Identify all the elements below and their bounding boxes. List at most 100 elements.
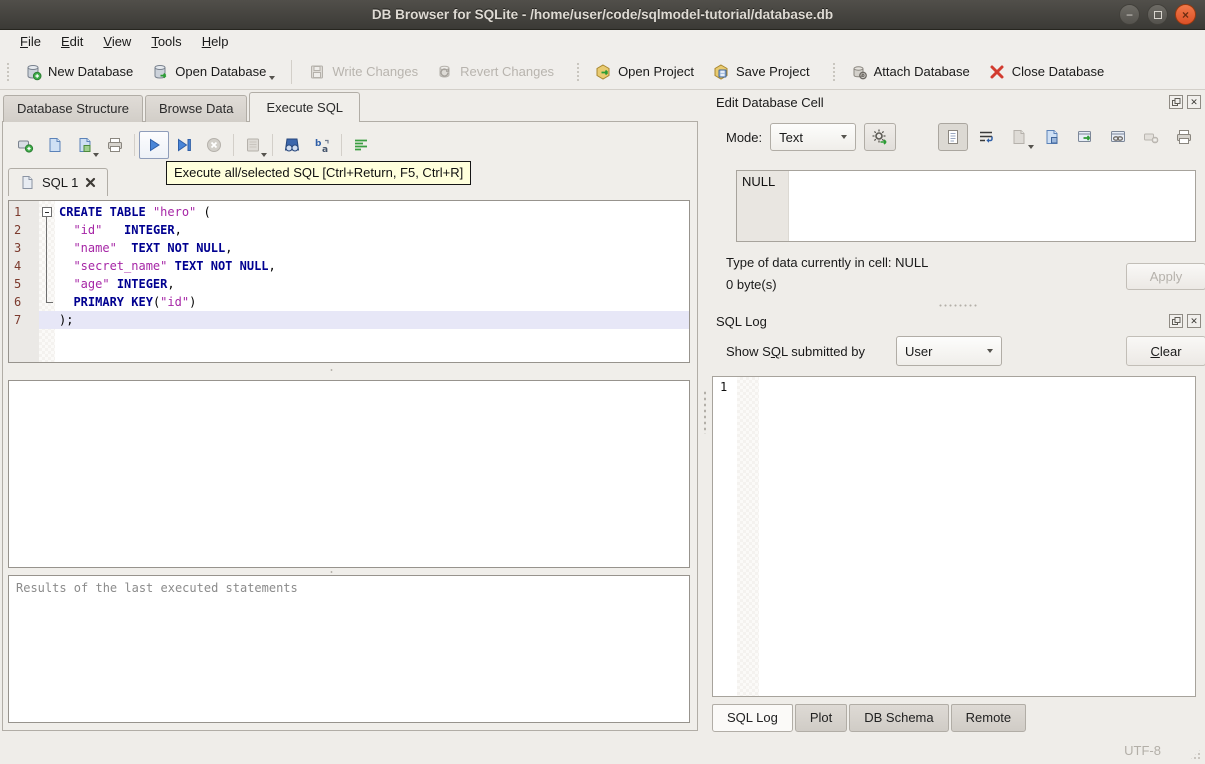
stop-execution-button[interactable] <box>199 131 229 159</box>
resize-grip[interactable] <box>1189 748 1202 761</box>
clear-button[interactable]: Clear <box>1126 336 1205 366</box>
new-database-button[interactable]: New Database <box>15 59 142 85</box>
minimize-icon: − <box>1125 7 1133 22</box>
close-icon: × <box>1181 7 1189 22</box>
link-cell-button[interactable] <box>1103 123 1133 151</box>
tab-execute-sql[interactable]: Execute SQL <box>249 92 361 122</box>
dock-close-button[interactable]: ✕ <box>1187 314 1201 328</box>
write-changes-button[interactable]: Write Changes <box>299 59 427 85</box>
auto-format-button[interactable] <box>346 131 376 159</box>
filter-select[interactable]: User <box>896 336 1002 366</box>
code-line[interactable]: 2 "id" INTEGER, <box>9 221 689 239</box>
export-cell-button[interactable] <box>1037 123 1067 151</box>
save-project-button[interactable]: Save Project <box>703 59 819 85</box>
sql-code-editor[interactable]: 1 CREATE TABLE "hero" (2 "id" INTEGER, 3 "… <box>8 200 690 363</box>
save-sql-dropdown-caret[interactable] <box>93 153 99 157</box>
code-line[interactable]: 3 "name" TEXT NOT NULL, <box>9 239 689 257</box>
tab-browse-data[interactable]: Browse Data <box>145 95 248 122</box>
execute-current-line-button[interactable] <box>169 131 199 159</box>
minimize-button[interactable]: − <box>1119 4 1140 25</box>
main-toolbar: New Database Open Database Write Changes… <box>0 54 1205 90</box>
word-wrap-icon <box>977 128 995 146</box>
sql-log-view[interactable]: 1 <box>712 376 1196 697</box>
close-database-button[interactable]: Close Database <box>979 59 1114 85</box>
fold-marker <box>39 293 55 311</box>
auto-apply-button[interactable] <box>864 123 897 151</box>
save-sql-file-button[interactable] <box>70 131 100 159</box>
set-null-button[interactable] <box>1136 123 1166 151</box>
splitter-handle[interactable] <box>703 390 707 434</box>
horizontal-splitter[interactable] <box>8 367 690 373</box>
tab-database-structure[interactable]: Database Structure <box>3 95 144 122</box>
results-grid[interactable] <box>8 380 690 568</box>
export-results-button[interactable] <box>238 131 268 159</box>
new-database-icon <box>24 63 42 81</box>
import-cell-button[interactable] <box>1004 123 1034 151</box>
line-number: 5 <box>14 277 22 291</box>
code-line[interactable]: 5 "age" INTEGER, <box>9 275 689 293</box>
link-icon <box>1109 128 1127 146</box>
export-results-dropdown-caret[interactable] <box>261 153 267 157</box>
open-database-icon <box>151 63 169 81</box>
close-button[interactable]: × <box>1175 4 1196 25</box>
tab-remote[interactable]: Remote <box>950 704 1027 732</box>
menu-edit[interactable]: Edit <box>51 32 93 52</box>
code-line[interactable]: 6 PRIMARY KEY("id") <box>9 293 689 311</box>
apply-button[interactable]: Apply <box>1126 263 1205 290</box>
print-sql-button[interactable] <box>100 131 130 159</box>
text-mode-button[interactable] <box>938 123 968 151</box>
print-cell-button[interactable] <box>1169 123 1199 151</box>
dock-float-button[interactable] <box>1169 314 1183 328</box>
window-controls: − × <box>1119 4 1196 25</box>
tab-close-icon[interactable] <box>85 177 96 188</box>
clear-label: Clear <box>1150 343 1182 359</box>
open-sql-file-button[interactable] <box>40 131 70 159</box>
results-message-area[interactable]: Results of the last executed statements <box>8 575 690 723</box>
horizontal-splitter[interactable] <box>938 303 978 308</box>
mode-select[interactable]: Text <box>770 123 857 151</box>
attach-database-button[interactable]: Attach Database <box>841 59 979 85</box>
code-line[interactable]: 7); <box>9 311 689 329</box>
mode-value: Text <box>779 129 803 145</box>
menu-help[interactable]: Help <box>192 32 239 52</box>
maximize-button[interactable] <box>1147 4 1168 25</box>
open-database-button[interactable]: Open Database <box>142 59 284 85</box>
menu-file[interactable]: File <box>10 32 51 52</box>
execute-all-button[interactable] <box>139 131 169 159</box>
word-wrap-button[interactable] <box>971 123 1001 151</box>
open-project-button[interactable]: Open Project <box>585 59 703 85</box>
titlebar[interactable]: DB Browser for SQLite - /home/user/code/… <box>0 0 1205 30</box>
revert-changes-button[interactable]: Revert Changes <box>427 59 563 85</box>
menu-view[interactable]: View <box>93 32 141 52</box>
sql-editor-toolbar: ba <box>10 130 376 160</box>
tab-plot[interactable]: Plot <box>794 704 848 732</box>
vertical-splitter[interactable] <box>700 90 710 735</box>
toolbar-separator <box>134 134 135 156</box>
cell-editor[interactable]: NULL <box>736 170 1196 242</box>
cell-editor-gutter: NULL <box>737 171 789 241</box>
toolbar-grip[interactable] <box>5 60 10 83</box>
code-line[interactable]: 4 "secret_name" TEXT NOT NULL, <box>9 257 689 275</box>
edit-cell-title: Edit Database Cell <box>716 94 824 110</box>
gear-icon <box>871 128 889 146</box>
right-pane: Edit Database Cell ✕ Mode: Text NULL Typ… <box>710 90 1205 735</box>
dock-close-button[interactable]: ✕ <box>1187 95 1201 109</box>
new-sql-tab-button[interactable] <box>10 131 40 159</box>
open-external-icon <box>1076 128 1094 146</box>
open-database-dropdown-caret[interactable] <box>269 75 276 80</box>
find-button[interactable] <box>277 131 307 159</box>
toolbar-separator <box>233 134 234 156</box>
sql-file-tab[interactable]: SQL 1 <box>8 168 109 196</box>
dock-float-button[interactable] <box>1169 95 1183 109</box>
tab-sql-log[interactable]: SQL Log <box>712 704 793 732</box>
main-tab-bar: Database Structure Browse Data Execute S… <box>3 92 362 122</box>
find-replace-button[interactable]: ba <box>307 131 337 159</box>
tab-db-schema[interactable]: DB Schema <box>849 704 949 732</box>
open-project-icon <box>594 63 612 81</box>
toolbar-grip[interactable] <box>830 60 836 83</box>
toolbar-grip[interactable] <box>575 60 581 83</box>
fold-marker[interactable] <box>39 203 55 221</box>
code-line[interactable]: 1 CREATE TABLE "hero" ( <box>9 203 689 221</box>
menu-tools[interactable]: Tools <box>141 32 191 52</box>
open-external-button[interactable] <box>1070 123 1100 151</box>
